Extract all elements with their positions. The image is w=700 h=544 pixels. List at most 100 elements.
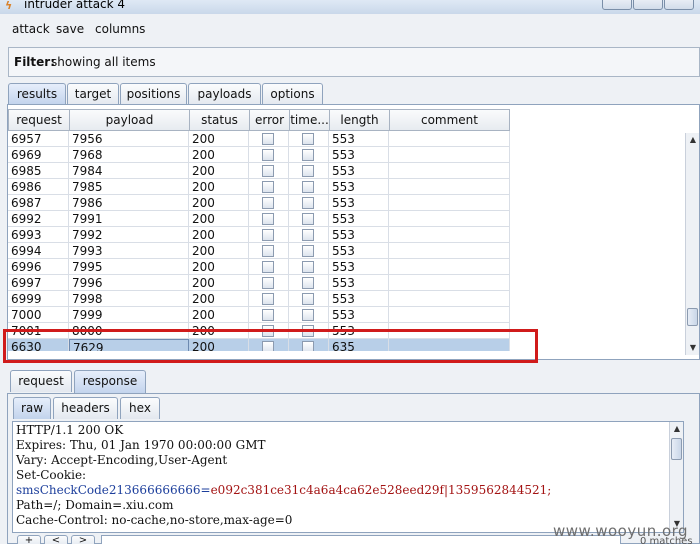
filter-bar[interactable]: Filter: showing all items — [8, 47, 700, 77]
next-match-button[interactable]: > — [71, 535, 95, 544]
table-row[interactable]: 6985 7984 200 553 — [8, 163, 510, 179]
cell-request: 6994 — [8, 243, 69, 259]
error-checkbox — [262, 213, 274, 225]
table-row[interactable]: 6997 7996 200 553 — [8, 275, 510, 291]
table-row[interactable]: 6994 7993 200 553 — [8, 243, 510, 259]
cell-error — [249, 291, 289, 307]
close-button[interactable] — [664, 0, 694, 10]
col-request-header[interactable]: request — [8, 109, 70, 131]
tab-hex[interactable]: hex — [120, 397, 160, 419]
help-button[interactable]: + — [17, 535, 41, 544]
cell-status: 200 — [189, 211, 249, 227]
cell-payload: 7991 — [69, 211, 189, 227]
error-checkbox — [262, 165, 274, 177]
cell-error — [249, 131, 289, 147]
cell-length: 553 — [329, 259, 389, 275]
response-scrollbar[interactable]: ▲ ▼ — [669, 422, 683, 532]
cell-request: 6997 — [8, 275, 69, 291]
cell-request: 6996 — [8, 259, 69, 275]
table-row[interactable]: 6957 7956 200 553 — [8, 131, 510, 147]
cell-length: 553 — [329, 291, 389, 307]
cell-error — [249, 211, 289, 227]
scroll-down-icon[interactable]: ▼ — [686, 341, 699, 355]
tab-results[interactable]: results — [8, 83, 66, 105]
tab-response[interactable]: response — [74, 370, 146, 394]
minimize-button[interactable] — [602, 0, 632, 10]
cell-status: 200 — [189, 195, 249, 211]
cell-length: 553 — [329, 227, 389, 243]
scrollbar-thumb[interactable] — [671, 438, 682, 460]
cell-status: 200 — [189, 163, 249, 179]
cell-request: 6993 — [8, 227, 69, 243]
maximize-button[interactable] — [633, 0, 663, 10]
tab-options[interactable]: options — [262, 83, 323, 105]
cell-request: 6987 — [8, 195, 69, 211]
table-row[interactable]: 6996 7995 200 553 — [8, 259, 510, 275]
timeout-checkbox — [302, 293, 314, 305]
previous-match-button[interactable]: < — [44, 535, 68, 544]
table-row[interactable]: 6993 7992 200 553 — [8, 227, 510, 243]
cell-request: 6985 — [8, 163, 69, 179]
table-row[interactable]: 7000 7999 200 553 — [8, 307, 510, 323]
tab-positions[interactable]: positions — [120, 83, 187, 105]
col-comment-header[interactable]: comment — [389, 109, 510, 131]
cell-timeout — [289, 227, 329, 243]
cell-timeout — [289, 275, 329, 291]
timeout-checkbox — [302, 277, 314, 289]
error-checkbox — [262, 149, 274, 161]
table-row[interactable]: 6969 7968 200 553 — [8, 147, 510, 163]
cell-comment — [389, 259, 510, 275]
cell-length: 553 — [329, 307, 389, 323]
tab-raw[interactable]: raw — [13, 397, 51, 419]
col-timeout-header[interactable]: time... — [289, 109, 330, 131]
tab-headers[interactable]: headers — [53, 397, 118, 419]
cell-timeout — [289, 291, 329, 307]
scrollbar-thumb[interactable] — [687, 308, 698, 326]
timeout-checkbox — [302, 261, 314, 273]
cell-comment — [389, 227, 510, 243]
tab-payloads[interactable]: payloads — [188, 83, 261, 105]
results-scrollbar[interactable]: ▲ ▼ — [685, 133, 699, 355]
cell-length: 553 — [329, 147, 389, 163]
cell-payload: 7968 — [69, 147, 189, 163]
col-error-header[interactable]: error — [249, 109, 290, 131]
cell-comment — [389, 131, 510, 147]
raw-response-text[interactable]: HTTP/1.1 200 OK Expires: Thu, 01 Jan 197… — [12, 421, 684, 533]
scroll-up-icon[interactable]: ▲ — [670, 422, 683, 436]
scroll-up-icon[interactable]: ▲ — [686, 133, 699, 147]
timeout-checkbox — [302, 245, 314, 257]
cell-payload: 7984 — [69, 163, 189, 179]
table-row[interactable]: 6987 7986 200 553 — [8, 195, 510, 211]
cell-timeout — [289, 307, 329, 323]
tab-request[interactable]: request — [10, 370, 72, 392]
col-status-header[interactable]: status — [189, 109, 250, 131]
table-row[interactable]: 6992 7991 200 553 — [8, 211, 510, 227]
response-line: Cache-Control: no-cache,no-store,max-age… — [16, 513, 293, 527]
cell-error — [249, 163, 289, 179]
menu-columns[interactable]: columns — [95, 22, 145, 36]
tab-target[interactable]: target — [67, 83, 119, 105]
filter-label: Filter: — [14, 55, 56, 69]
cell-comment — [389, 275, 510, 291]
cell-comment — [389, 147, 510, 163]
cell-status: 200 — [189, 147, 249, 163]
error-checkbox — [262, 229, 274, 241]
cell-status: 200 — [189, 259, 249, 275]
burp-app-icon: ϟ — [5, 0, 13, 12]
col-payload-header[interactable]: payload — [69, 109, 190, 131]
error-checkbox — [262, 293, 274, 305]
table-row[interactable]: 6999 7998 200 553 — [8, 291, 510, 307]
col-length-header[interactable]: length — [329, 109, 390, 131]
menu-save[interactable]: save — [56, 22, 84, 36]
cell-payload: 7986 — [69, 195, 189, 211]
search-input[interactable] — [101, 535, 621, 544]
cell-status: 200 — [189, 291, 249, 307]
cell-comment — [389, 179, 510, 195]
cell-status: 200 — [189, 227, 249, 243]
response-line: Expires: Thu, 01 Jan 1970 00:00:00 GMT — [16, 438, 266, 452]
error-checkbox — [262, 277, 274, 289]
table-row[interactable]: 6986 7985 200 553 — [8, 179, 510, 195]
menu-attack[interactable]: attack — [12, 22, 50, 36]
error-checkbox — [262, 197, 274, 209]
cell-payload: 7992 — [69, 227, 189, 243]
